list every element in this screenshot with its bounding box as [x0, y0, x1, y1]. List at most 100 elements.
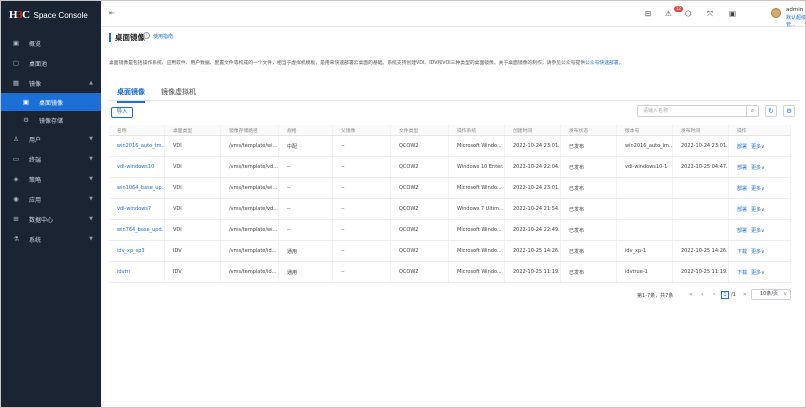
action-primary-link[interactable]: 部署 — [737, 143, 747, 150]
more-actions-link[interactable]: 更多∨ — [751, 248, 765, 255]
last-page-icon[interactable]: » — [743, 291, 747, 298]
action-primary-link[interactable]: 下载 — [737, 269, 747, 276]
table-cell: /vms/template/wi... — [221, 178, 279, 198]
table-cell: VDI — [165, 136, 221, 156]
action-primary-link[interactable]: 部署 — [737, 164, 747, 171]
brand-logo: H3C — [9, 9, 30, 21]
more-actions-link[interactable]: 更多∨ — [751, 164, 765, 171]
tab-desktop-image[interactable]: 桌面镜像 — [117, 87, 145, 103]
fullscreen-icon[interactable]: ⤧ — [707, 9, 713, 19]
image-name-link[interactable]: win2016_auto_tm... — [109, 136, 165, 156]
image-name-link[interactable]: win1064_base_up... — [109, 178, 165, 198]
collapse-menu-icon[interactable]: ⇤ — [109, 9, 115, 17]
table-cell: QCOW2 — [391, 157, 449, 177]
column-header[interactable]: 发布状态 — [561, 125, 617, 135]
column-header[interactable]: 名称 — [109, 125, 165, 135]
table-cell: -- — [333, 262, 391, 282]
search-icon[interactable]: ⌕ — [746, 106, 758, 116]
column-header[interactable]: 桌面类型 — [165, 125, 221, 135]
sidebar: H3C Space Console ▣ 概览 ▢ 桌面池 ▦ 镜像 ▲ ▣ 桌面镜像 ⚙ 镜像存储 ♙… — [1, 1, 101, 407]
sidebar-item-app[interactable]: ◉ 应用 ▼ — [1, 189, 101, 209]
image-icon: ▦ — [12, 79, 20, 87]
sidebar-item-overview[interactable]: ▣ 概览 — [1, 33, 101, 53]
more-actions-link[interactable]: 更多∨ — [751, 227, 765, 234]
column-header[interactable]: 操作系统 — [449, 125, 505, 135]
alarm-icon[interactable]: ⚠ — [665, 9, 672, 18]
next-page-icon[interactable]: › — [713, 291, 715, 298]
table-cell: Microsoft Windo... — [449, 136, 505, 156]
product-name: Space Console — [33, 10, 88, 20]
table-cell: 2022-10-25 14:26... — [673, 241, 729, 261]
more-actions-link[interactable]: 更多∨ — [751, 206, 765, 213]
import-button[interactable]: 导入 — [111, 107, 133, 118]
table-cell: -- — [333, 178, 391, 198]
sidebar-item-label: 用户 — [29, 136, 42, 144]
sidebar-item-label: 策略 — [29, 176, 42, 184]
avatar[interactable] — [771, 8, 781, 18]
sidebar-item-terminal[interactable]: ▭ 终端 ▼ — [1, 149, 101, 169]
table-cell — [673, 220, 729, 240]
action-primary-link[interactable]: 部署 — [737, 206, 747, 213]
table-cell: 中配 — [279, 136, 333, 156]
action-primary-link[interactable]: 部署 — [737, 227, 747, 234]
row-actions: 下载 更多∨ — [729, 262, 791, 282]
refresh-icon[interactable]: ↻ — [765, 105, 777, 117]
row-actions: 下载 更多∨ — [729, 241, 791, 261]
table-cell: IDV — [165, 241, 221, 261]
column-header[interactable]: 版本号 — [617, 125, 673, 135]
column-header[interactable]: 镜像存储路径 — [221, 125, 279, 135]
sidebar-item-system[interactable]: ⚗ 系统 ▼ — [1, 229, 101, 249]
more-actions-link[interactable]: 更多∨ — [751, 143, 765, 150]
settings-icon[interactable]: ⚙ — [783, 105, 795, 117]
image-name-link[interactable]: idv_xp_sp3 — [109, 241, 165, 261]
sidebar-item-label: 概览 — [29, 40, 42, 48]
page-title: 桌面镜像 — [115, 33, 145, 42]
shield-icon[interactable]: ⬡ — [685, 9, 692, 18]
image-name-link[interactable]: win764_base_upd... — [109, 220, 165, 240]
chevron-icon: ▼ — [89, 176, 93, 182]
sidebar-item-policy[interactable]: ◈ 策略 ▼ — [1, 169, 101, 189]
table-cell: IDV — [165, 262, 221, 282]
description-link[interactable]: 公众号快速部署 — [585, 61, 619, 66]
sidebar-item-users[interactable]: ♙ 用户 ▼ — [1, 129, 101, 149]
sidebar-item-desktop-pool[interactable]: ▢ 桌面池 — [1, 53, 101, 73]
prev-page-icon[interactable]: ‹ — [701, 291, 703, 298]
sidebar-item-image-storage[interactable]: ⚙ 镜像存储 — [1, 111, 101, 129]
table-cell: /vms/template/wi... — [221, 220, 279, 240]
image-name-link[interactable]: vdi-windows7 — [109, 199, 165, 219]
column-header[interactable]: 操作 — [729, 125, 791, 135]
first-page-icon[interactable]: « — [689, 291, 693, 298]
search-input[interactable] — [638, 106, 746, 116]
description-text: 桌面镜像是包括操作系统、应用软件、用户数据、配置文件等构成的一个文件，相当于虚拟… — [109, 61, 585, 66]
current-page[interactable]: 1 — [721, 291, 729, 299]
image-name-link[interactable]: vdi-windows10 — [109, 157, 165, 177]
column-header[interactable]: 父镜像 — [333, 125, 391, 135]
sidebar-item-desktop-image[interactable]: ▣ 桌面镜像 — [1, 93, 101, 111]
user-name[interactable]: admin — [786, 7, 803, 13]
system-icon: ⚗ — [13, 235, 19, 243]
column-header[interactable]: 规格 — [279, 125, 333, 135]
table-cell: 2022-10-25 04:47... — [673, 157, 729, 177]
guide-link[interactable]: 使用指南 — [153, 33, 173, 40]
help-icon[interactable]: ? — [143, 32, 150, 39]
column-header[interactable]: 文件类型 — [391, 125, 449, 135]
more-actions-link[interactable]: 更多∨ — [751, 185, 765, 192]
action-primary-link[interactable]: 部署 — [737, 185, 747, 192]
column-header[interactable]: 发布时间 — [673, 125, 729, 135]
sidebar-item-label: 终端 — [29, 156, 42, 164]
datacenter-icon: ⊞ — [13, 215, 19, 223]
screen-icon[interactable]: ⊟ — [645, 9, 651, 18]
table-cell: Microsoft Windo... — [449, 241, 505, 261]
page-size-select[interactable]: 10条/页 ∨ — [751, 289, 791, 300]
pagination: 第1-7条，共7条 « ‹ 1 /1 › » 10条/页 ∨ — [109, 289, 791, 301]
page-header: 桌面镜像 ? 使用指南 — [101, 27, 805, 47]
document-icon[interactable]: ▣ — [729, 9, 736, 18]
more-actions-link[interactable]: 更多∨ — [751, 269, 765, 276]
action-primary-link[interactable]: 下载 — [737, 248, 747, 255]
image-name-link[interactable]: idvtri — [109, 262, 165, 282]
sidebar-item-datacenter[interactable]: ⊞ 数据中心 ▼ — [1, 209, 101, 229]
sidebar-item-image[interactable]: ▦ 镜像 ▲ — [1, 73, 101, 93]
column-header[interactable]: 创建时间 — [505, 125, 561, 135]
chevron-icon: ▼ — [89, 136, 93, 142]
tab-image-vm[interactable]: 镜像虚拟机 — [161, 87, 196, 101]
